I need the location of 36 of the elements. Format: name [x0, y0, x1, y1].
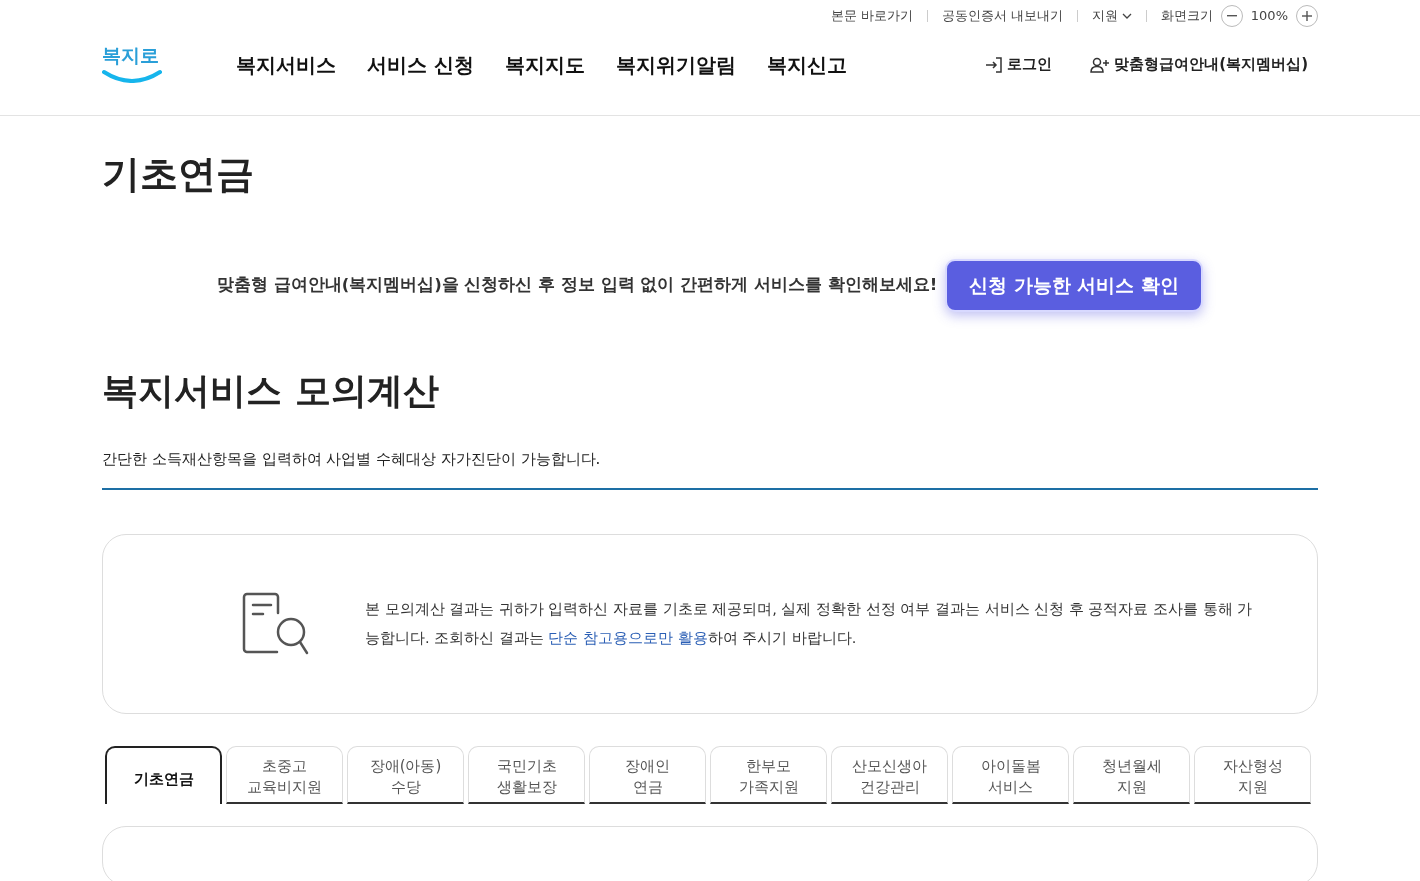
membership-link[interactable]: 맞춤형급여안내(복지멤버십): [1090, 53, 1308, 76]
minus-icon: [1226, 15, 1237, 17]
tab[interactable]: 초중고 교육비지원: [226, 746, 343, 804]
tab[interactable]: 아이돌봄 서비스: [952, 746, 1069, 804]
tab[interactable]: 청년월세 지원: [1073, 746, 1190, 804]
section-title: 복지서비스 모의계산: [102, 368, 440, 413]
zoom-out-button[interactable]: [1220, 5, 1243, 27]
nav-link[interactable]: 복지신고: [766, 49, 847, 80]
tab[interactable]: 한부모 가족지원: [710, 746, 827, 804]
page-title: 기초연금: [102, 151, 255, 198]
tab[interactable]: 장애(아동) 수당: [347, 746, 464, 804]
login-icon: [985, 56, 1004, 73]
zoom-in-button[interactable]: [1296, 5, 1318, 27]
promo-text: 맞춤형 급여안내(복지멤버십)을 신청하신 후 정보 입력 없이 간편하게 서비스를 확인해보세요!: [216, 273, 938, 296]
section-description: 간단한 소득재산항목을 입력하여 사업별 수혜대상 자가진단이 가능합니다.: [102, 447, 1318, 490]
login-link[interactable]: 로그인: [985, 53, 1053, 76]
nav-link[interactable]: 복지지도: [504, 49, 585, 80]
zoom-value: 100%: [1250, 7, 1288, 26]
utility-link[interactable]: 공동인증서 내보내기: [941, 6, 1063, 26]
plus-icon: [1302, 11, 1312, 21]
chevron-down-icon: [1121, 13, 1132, 19]
zoom-label: 화면크기: [1160, 7, 1213, 26]
nav-link[interactable]: 서비스 신청: [367, 49, 474, 80]
add-user-icon: [1090, 56, 1111, 73]
document-search-icon: [241, 592, 309, 656]
tab[interactable]: 장애인 연금: [589, 746, 706, 804]
nav-link[interactable]: 복지서비스: [236, 49, 336, 80]
check-services-button[interactable]: 신청 가능한 서비스 확인: [945, 259, 1204, 312]
tab[interactable]: 국민기초 생활보장: [468, 746, 585, 804]
support-dropdown[interactable]: 지원: [1091, 6, 1132, 26]
tab[interactable]: 기초연금: [105, 746, 222, 804]
tab[interactable]: 산모신생아 건강관리: [831, 746, 948, 804]
nav-link[interactable]: 복지위기알림: [615, 49, 736, 80]
utility-link[interactable]: 본문 바로가기: [830, 6, 913, 26]
notice-text: 본 모의계산 결과는 귀하가 입력하신 자료를 기초로 제공되며, 실제 정확한 선정 여부 결과는 서비스 신청 후 공적자료 조사를 통해 가능합니다. 조회하신 결과는 단순 참고용으로만 활용하여 주시기 바랍니다.: [365, 600, 1254, 648]
tab[interactable]: 자산형성 지원: [1194, 746, 1311, 804]
